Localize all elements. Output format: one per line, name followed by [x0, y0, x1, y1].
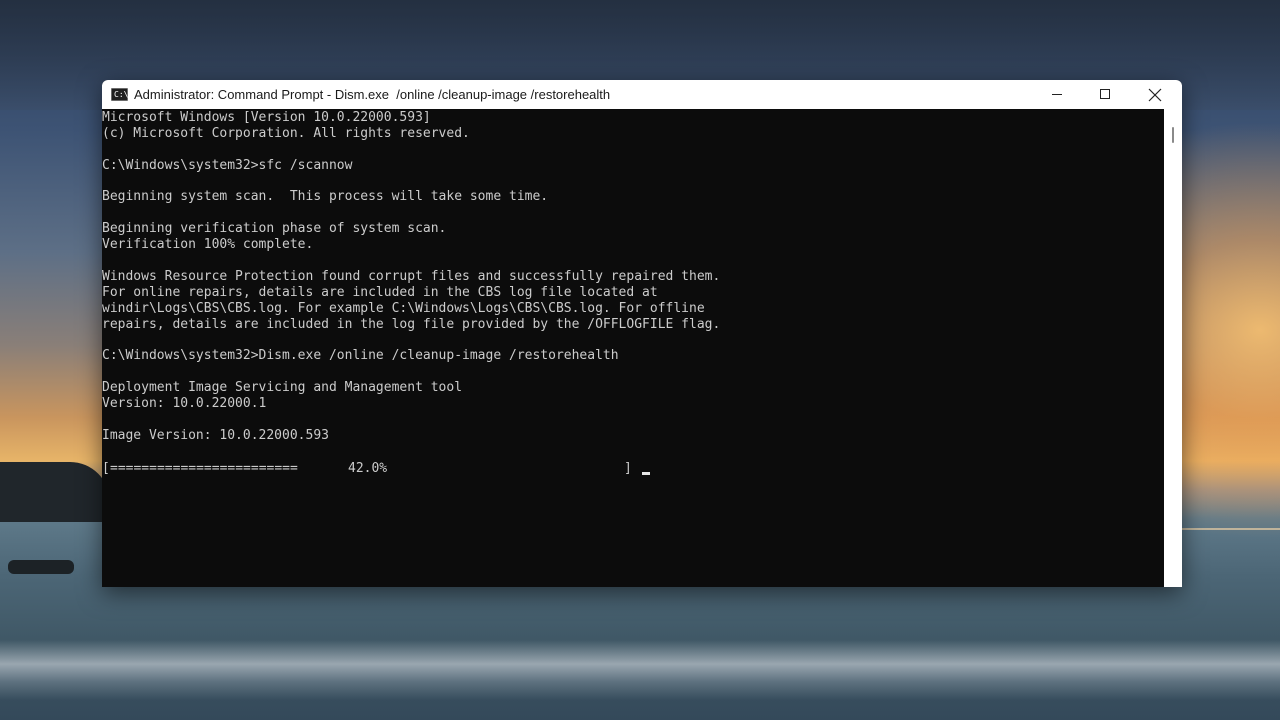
console-line: Verification 100% complete. [102, 237, 314, 253]
wallpaper-rocks [0, 462, 110, 522]
console-line: Beginning system scan. This process will… [102, 189, 549, 205]
progress-fill: ======================== [110, 461, 298, 476]
console-line: Image Version: 10.0.22000.593 [102, 427, 329, 443]
command-prompt-window[interactable]: C:\ Administrator: Command Prompt - Dism… [102, 80, 1182, 587]
console-line: Windows Resource Protection found corrup… [102, 268, 721, 284]
wallpaper-horizon [1180, 528, 1280, 530]
close-button[interactable] [1132, 80, 1178, 109]
text-cursor [642, 472, 650, 475]
console-line: (c) Microsoft Corporation. All rights re… [102, 125, 470, 141]
console-line: C:\Windows\system32>Dism.exe /online /cl… [102, 348, 619, 364]
progress-close-bracket: ] [624, 461, 632, 476]
console-line: windir\Logs\CBS\CBS.log. For example C:\… [102, 300, 705, 316]
progress-open-bracket: [ [102, 461, 110, 476]
vertical-scrollbar[interactable] [1164, 109, 1182, 587]
minimize-button[interactable] [1034, 80, 1080, 109]
console-output[interactable]: Microsoft Windows [Version 10.0.22000.59… [102, 109, 1164, 587]
wallpaper-rock-small [8, 560, 74, 574]
maximize-icon [1100, 89, 1110, 99]
maximize-button[interactable] [1082, 80, 1128, 109]
console-app-icon[interactable]: C:\ [111, 88, 128, 101]
console-line: repairs, details are included in the log… [102, 316, 721, 332]
app-icon-glyph: C:\ [114, 90, 129, 99]
console-line: Microsoft Windows [Version 10.0.22000.59… [102, 110, 431, 125]
window-titlebar[interactable]: C:\ Administrator: Command Prompt - Dism… [102, 80, 1182, 109]
console-line: For online repairs, details are included… [102, 284, 658, 300]
console-line: C:\Windows\system32>sfc /scannow [102, 157, 353, 173]
console-line: Beginning verification phase of system s… [102, 221, 447, 237]
console-lines: Microsoft Windows [Version 10.0.22000.59… [102, 110, 720, 460]
window-title: Administrator: Command Prompt - Dism.exe… [134, 87, 611, 102]
scrollbar-thumb[interactable] [1172, 127, 1174, 143]
console-line: Version: 10.0.22000.1 [102, 396, 267, 412]
minimize-icon [1052, 94, 1062, 95]
console-line: Deployment Image Servicing and Managemen… [102, 380, 463, 396]
progress-percent: 42.0% [348, 461, 388, 476]
dism-progress-bar: [ ======================== 42.0% ] [102, 461, 662, 477]
wallpaper-waves [0, 640, 1280, 700]
close-icon [1148, 88, 1162, 102]
